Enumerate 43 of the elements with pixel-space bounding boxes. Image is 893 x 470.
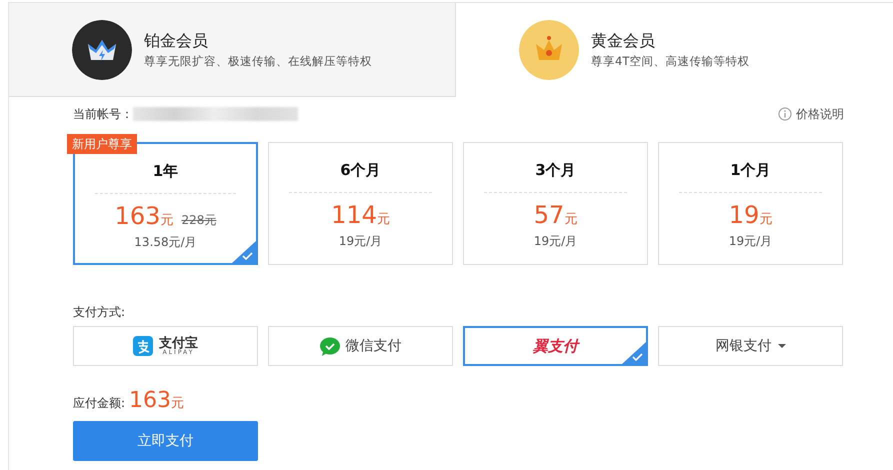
- bestpay-wordmark: 翼支付: [533, 336, 578, 357]
- monthly-price: 19元/月: [728, 232, 774, 250]
- payment-option[interactable]: 微信支付: [268, 326, 453, 366]
- crown-icon: [72, 20, 132, 80]
- option-label: 网银支付: [716, 336, 772, 356]
- plan-price: 19元: [728, 200, 772, 228]
- monthly-price: 19元/月: [532, 232, 578, 250]
- plan-card[interactable]: 6个月 114元 19元/月: [268, 142, 453, 265]
- amount-label: 应付金额:: [73, 395, 126, 412]
- plan-price: 114元: [331, 200, 390, 228]
- membership-tab[interactable]: 铂金会员 尊享无限扩容、极速传输、在线解压等特权: [9, 3, 456, 97]
- alipay-wordmark: 支付宝: [159, 336, 198, 350]
- amount-value: 163元: [129, 387, 184, 415]
- monthly-price: 19元/月: [338, 232, 384, 250]
- account-label: 当前帐号：: [73, 106, 133, 123]
- new-user-tag: 新用户尊享: [67, 134, 137, 154]
- pay-now-button[interactable]: 立即支付: [73, 421, 258, 461]
- alipay-logo-icon: [133, 336, 153, 356]
- crown-icon: [519, 20, 579, 80]
- plan-card[interactable]: 3个月 57元 19元/月: [463, 142, 648, 265]
- payment-option[interactable]: 网银支付: [658, 326, 843, 366]
- check-corner-icon: [232, 241, 256, 263]
- plan-duration: 6个月: [339, 160, 382, 181]
- wechat-pay-icon: [320, 336, 340, 356]
- check-corner-icon: [622, 342, 646, 364]
- plan-duration: 1年: [152, 161, 180, 182]
- tab-title: 铂金会员: [144, 30, 209, 52]
- plan-duration: 1个月: [729, 160, 772, 181]
- tab-title: 黄金会员: [591, 30, 656, 52]
- caret-icon: [778, 344, 786, 348]
- payment-label: 支付方式:: [73, 304, 126, 321]
- payment-option[interactable]: 翼支付: [463, 326, 648, 366]
- original-price: 228元: [181, 212, 216, 226]
- tab-subtitle: 尊享无限扩容、极速传输、在线解压等特权: [144, 52, 372, 70]
- price-info-link[interactable]: 价格说明: [796, 105, 844, 123]
- monthly-price: 13.58元/月: [133, 234, 198, 250]
- tab-subtitle: 尊享4T空间、高速传输等特权: [591, 53, 750, 70]
- plan-card[interactable]: 1个月 19元 19元/月: [658, 142, 843, 265]
- option-label: 微信支付: [346, 336, 402, 356]
- plan-price: 57元: [534, 200, 578, 228]
- plan-price: 163元: [114, 202, 174, 230]
- plan-duration: 3个月: [534, 160, 577, 181]
- info-icon: [778, 107, 792, 121]
